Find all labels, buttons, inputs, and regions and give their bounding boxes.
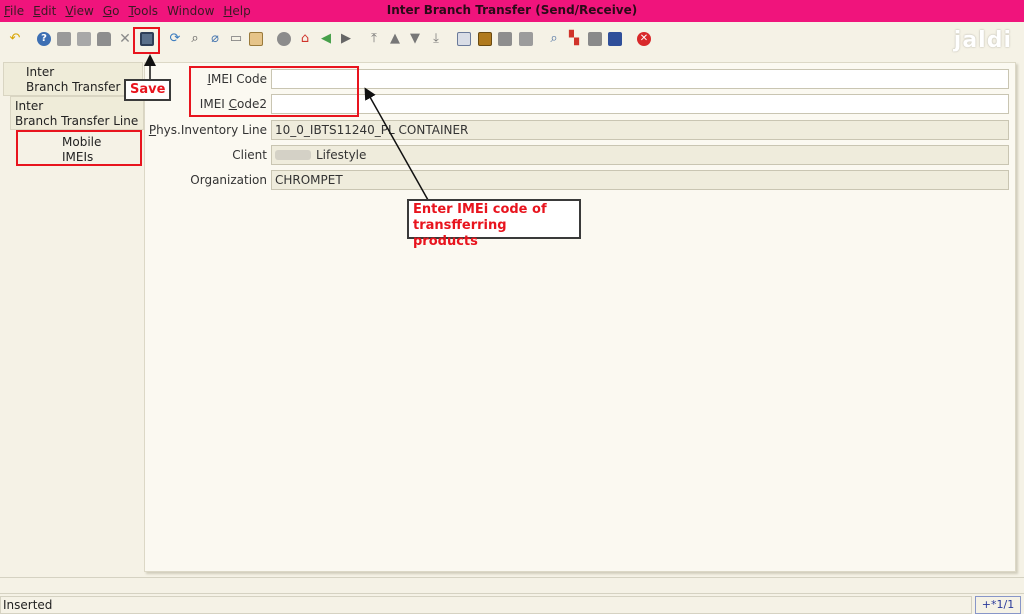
report-icon[interactable] [276, 31, 292, 47]
message-bar [0, 577, 1024, 594]
organization-field: CHROMPET [271, 170, 1009, 190]
next-record-icon[interactable]: ▼ [407, 31, 423, 47]
attachment-icon[interactable]: ⌀ [207, 31, 223, 47]
chat-icon[interactable]: ▭ [228, 31, 244, 47]
detail-icon[interactable] [456, 31, 472, 47]
request-icon[interactable] [587, 31, 603, 47]
print-preview-icon[interactable] [497, 31, 513, 47]
imei-callout: Enter IMEi code of transfferring product… [407, 199, 581, 249]
delete-icon[interactable] [96, 31, 112, 47]
copy-record-icon[interactable] [76, 31, 92, 47]
help-icon[interactable]: ? [36, 31, 52, 47]
phys-inventory-line-label: Phys.Inventory Line [148, 123, 267, 137]
save-highlight-box [133, 27, 160, 54]
menu-tools[interactable]: Tools [128, 4, 158, 18]
menu-help[interactable]: Help [223, 4, 250, 18]
imei-highlight-box [189, 66, 359, 117]
imei-code-input[interactable] [271, 69, 1009, 89]
title-bar: File Edit View Go Tools Window Help Inte… [0, 0, 1024, 22]
last-record-icon[interactable]: ⤓ [428, 31, 444, 47]
record-info[interactable]: +*1/1 [975, 596, 1021, 614]
first-record-icon[interactable]: ⤒ [366, 31, 382, 47]
menu-window[interactable]: Window [167, 4, 214, 18]
save-callout: Save [124, 79, 172, 101]
menu-view[interactable]: View [65, 4, 93, 18]
menu-edit[interactable]: Edit [33, 4, 56, 18]
redacted-text [275, 150, 311, 160]
archive-icon[interactable] [477, 31, 493, 47]
client-label: Client [232, 148, 267, 162]
status-text: Inserted [3, 598, 53, 612]
jaldi-logo: jaldi [953, 28, 1012, 53]
home-icon[interactable]: ⌂ [297, 31, 313, 47]
close-window-icon[interactable]: ✕ [636, 31, 652, 47]
imei-code2-input[interactable] [271, 94, 1009, 114]
organization-label: Organization [190, 173, 267, 187]
previous-record-icon[interactable]: ▲ [387, 31, 403, 47]
new-record-icon[interactable] [56, 31, 72, 47]
find-icon[interactable]: ⌕ [187, 31, 203, 47]
history-icon[interactable] [248, 31, 264, 47]
delete-selection-icon[interactable]: ✕ [117, 31, 133, 47]
product-info-icon[interactable] [607, 31, 623, 47]
workflow-icon[interactable]: ▚ [566, 31, 582, 47]
back-icon[interactable]: ◀ [318, 31, 334, 47]
undo-icon[interactable]: ↶ [7, 31, 23, 47]
phys-inventory-line-field: 10_0_IBTS11240_PL CONTAINER [271, 120, 1009, 140]
menu-file[interactable]: File [4, 4, 24, 18]
print-icon[interactable] [518, 31, 534, 47]
menu-bar: File Edit View Go Tools Window Help [4, 0, 260, 22]
status-bar [0, 596, 972, 614]
zoom-across-icon[interactable]: ⌕ [546, 31, 562, 47]
client-field: Lifestyle [271, 145, 1009, 165]
menu-go[interactable]: Go [103, 4, 120, 18]
forward-icon[interactable]: ▶ [338, 31, 354, 47]
refresh-icon[interactable]: ⟳ [167, 31, 183, 47]
